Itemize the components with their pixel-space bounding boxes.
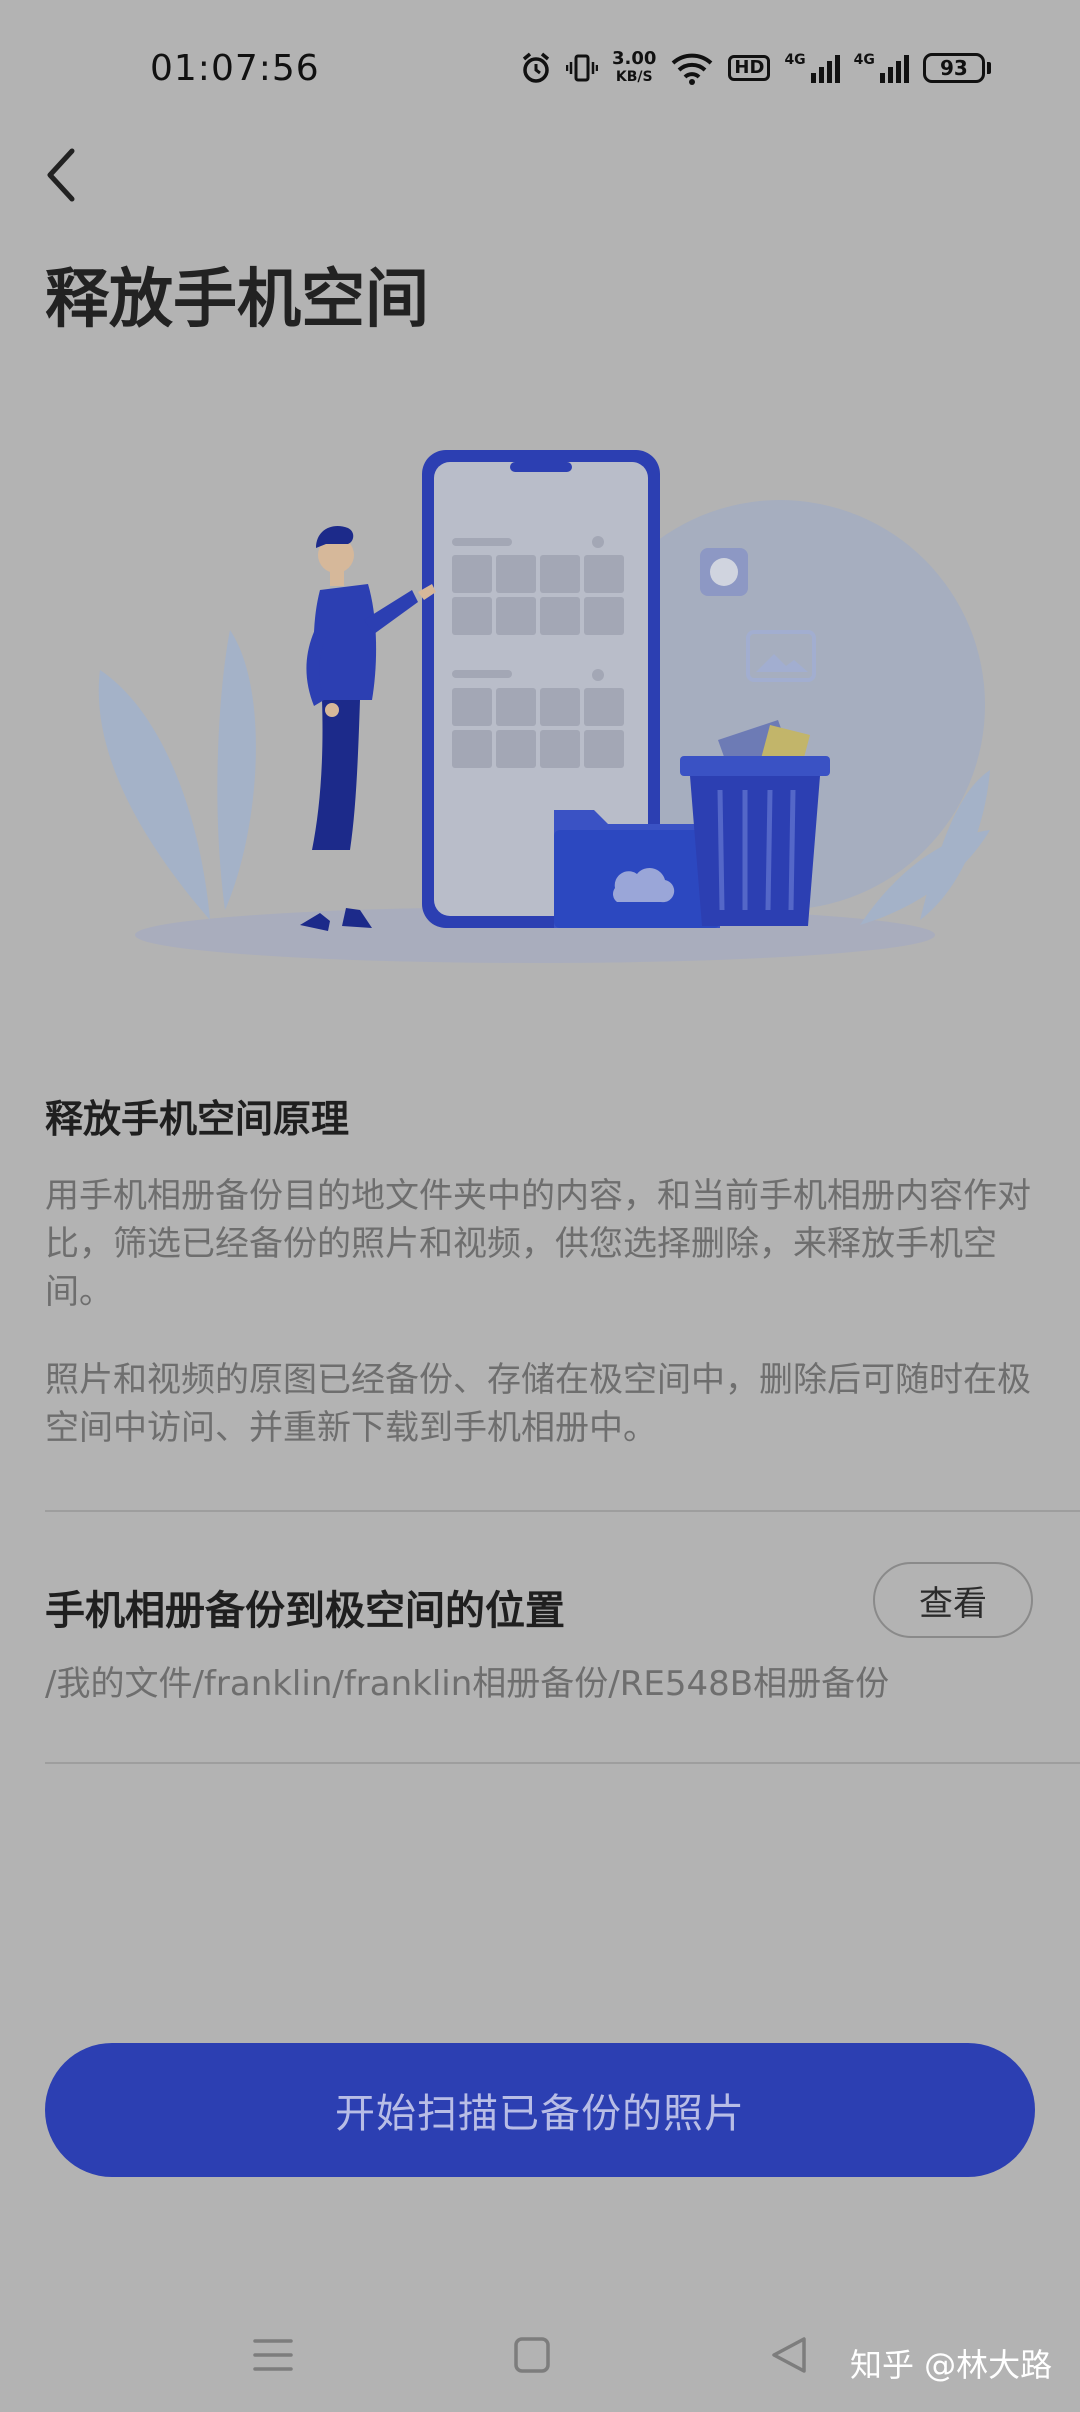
back-button[interactable] [30, 140, 90, 210]
divider [45, 1510, 1080, 1512]
wifi-icon [670, 51, 714, 85]
triangle-back-icon [772, 2337, 806, 2373]
page-title: 释放手机空间 [45, 263, 429, 337]
view-location-button[interactable]: 查看 [873, 1562, 1033, 1638]
status-icons: 3.00 KB/S HD 4G 4G 93 [520, 46, 991, 90]
vibrate-icon [566, 52, 598, 84]
backup-path: /我的文件/franklin/franklin相册备份/RE548B相册备份 [45, 1664, 890, 1704]
battery-icon: 93 [922, 53, 991, 83]
principle-paragraph-2: 照片和视频的原图已经备份、存储在极空间中，删除后可随时在极空间中访问、并重新下载… [45, 1360, 1031, 1448]
backup-location-title: 手机相册备份到极空间的位置 [45, 1588, 565, 1634]
start-scan-button[interactable]: 开始扫描已备份的照片 [45, 2043, 1035, 2177]
nav-back-button[interactable] [760, 2325, 820, 2385]
signal-sim2-icon: 4G [854, 53, 909, 83]
status-time: 01:07:56 [150, 48, 320, 89]
divider [45, 1762, 1080, 1764]
principle-paragraph-1: 用手机相册备份目的地文件夹中的内容，和当前手机相册内容作对比，筛选已经备份的照片… [45, 1176, 1031, 1312]
nav-menu-button[interactable] [243, 2325, 303, 2385]
hd-voice-badge: HD [728, 55, 771, 81]
network-speed: 3.00 KB/S [612, 48, 657, 86]
square-home-icon [514, 2337, 550, 2373]
alarm-icon [520, 51, 552, 85]
signal-sim1-icon: 4G [784, 53, 840, 83]
nav-home-button[interactable] [502, 2325, 562, 2385]
chevron-left-icon [47, 148, 75, 202]
watermark: 知乎 @林大路 [850, 2346, 1053, 2384]
principle-title: 释放手机空间原理 [45, 1097, 350, 1141]
hero-illustration [80, 420, 1000, 980]
status-bar: 01:07:56 3.00 KB/S HD 4G 4G 93 [0, 0, 1080, 130]
menu-icon [253, 2339, 293, 2371]
